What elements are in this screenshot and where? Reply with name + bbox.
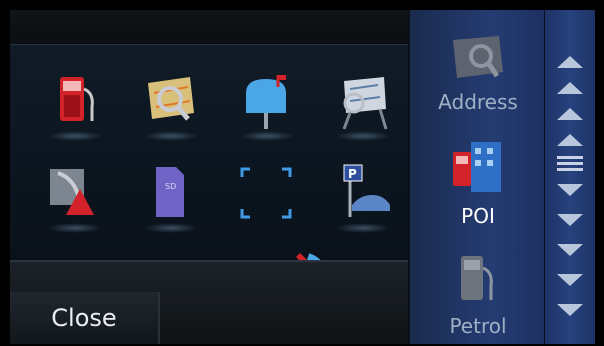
petrol-pump-icon: [461, 256, 493, 300]
scroll-down-arrow-icon[interactable]: [557, 214, 583, 226]
focus-frame-icon[interactable]: [224, 155, 308, 239]
scroll-thumb[interactable]: [557, 168, 583, 171]
side-item-label: POI: [461, 204, 495, 228]
map-easel-icon[interactable]: [320, 63, 404, 147]
scroll-up-arrow-icon[interactable]: [557, 108, 583, 120]
scroll-down-arrow-icon[interactable]: [557, 304, 583, 316]
side-item-label: Address: [438, 90, 518, 114]
main-panel: SD P Close: [10, 10, 408, 344]
side-item-petrol[interactable]: Petrol: [410, 242, 546, 346]
mailbox-icon[interactable]: [224, 63, 308, 147]
svg-text:P: P: [348, 167, 357, 181]
map-search-icon[interactable]: [128, 63, 212, 147]
scroll-down-arrow-icon[interactable]: [557, 244, 583, 256]
address-map-icon: [453, 36, 503, 78]
scroll-down-arrow-icon[interactable]: [557, 274, 583, 286]
warning-road-icon[interactable]: [32, 155, 116, 239]
side-item-address[interactable]: Address: [410, 20, 546, 124]
svg-text:SD: SD: [165, 182, 176, 191]
scrollbar[interactable]: [544, 10, 595, 344]
petrol-pump-icon[interactable]: [32, 63, 116, 147]
parking-icon[interactable]: P: [320, 155, 404, 239]
icon-grid: SD P: [10, 44, 408, 299]
scroll-up-arrow-icon[interactable]: [557, 56, 583, 68]
side-menu: Address POI Petrol: [408, 10, 546, 344]
poi-icon: [453, 142, 501, 192]
sd-card-icon[interactable]: SD: [128, 155, 212, 239]
scroll-thumb[interactable]: [557, 162, 583, 165]
side-item-poi[interactable]: POI: [410, 130, 546, 234]
scroll-down-arrow-icon[interactable]: [557, 184, 583, 196]
scroll-up-arrow-icon[interactable]: [557, 82, 583, 94]
close-button[interactable]: Close: [10, 292, 160, 344]
scroll-thumb[interactable]: [557, 156, 583, 159]
scroll-up-arrow-icon[interactable]: [557, 134, 583, 146]
top-bar: [10, 10, 408, 44]
side-item-label: Petrol: [449, 314, 507, 338]
